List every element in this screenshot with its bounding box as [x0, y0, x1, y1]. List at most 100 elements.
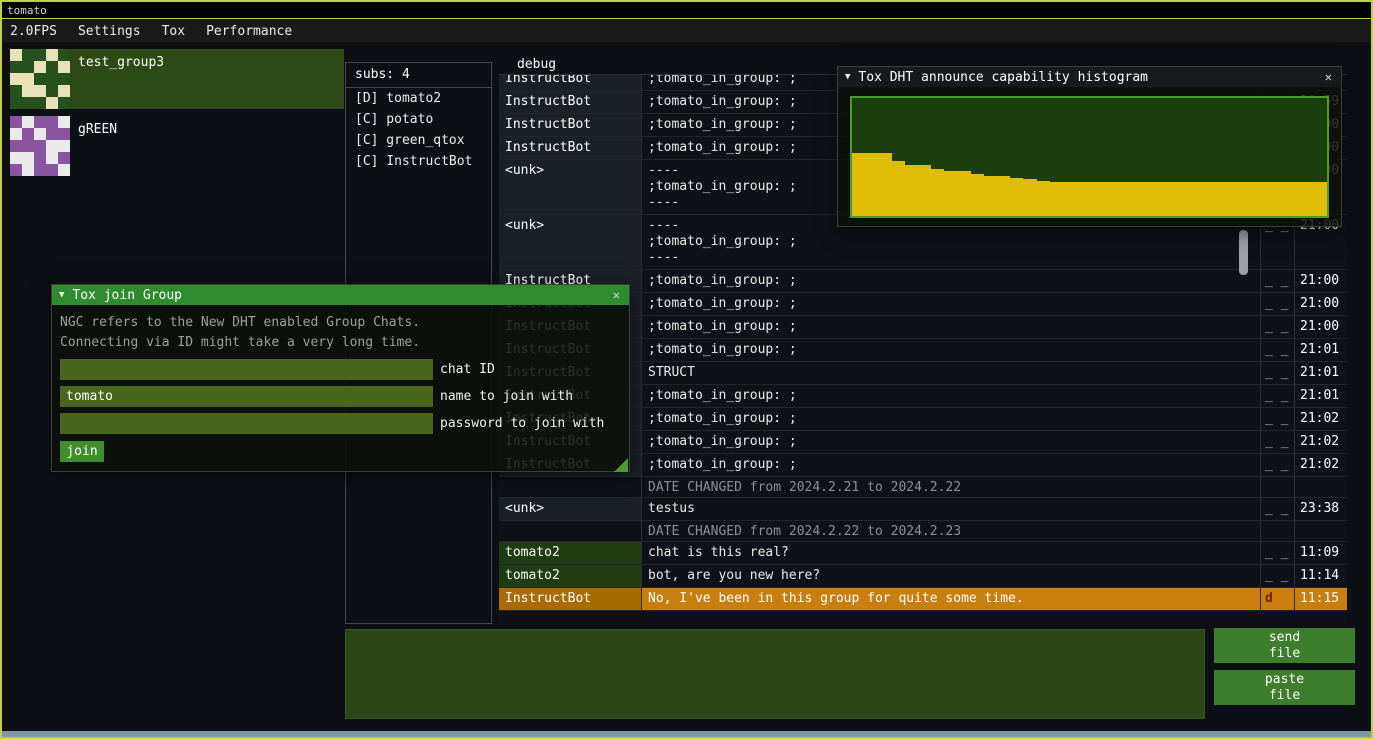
dht-histogram-body [838, 87, 1341, 227]
field-row: password to join with [60, 413, 621, 434]
tab-debug[interactable]: debug [517, 57, 556, 72]
message-flags: _ _ [1261, 362, 1295, 384]
dht-histogram-window: ▼ Tox DHT announce capability histogram … [837, 66, 1342, 227]
avatar-pixel [58, 73, 70, 85]
send-file-button[interactable]: send file [1214, 628, 1355, 663]
message-flags [1261, 521, 1295, 541]
avatar-pixel [58, 85, 70, 97]
histogram-bar [931, 169, 944, 216]
subs-member[interactable]: [C] potato [346, 109, 491, 130]
avatar-pixel [34, 49, 46, 61]
chat-id-label: chat ID [440, 362, 495, 377]
avatar-pixel [10, 97, 22, 109]
message-time: 21:01 [1295, 339, 1347, 361]
histogram-bar [1195, 182, 1208, 216]
dht-histogram-plot [850, 96, 1329, 218]
join-button[interactable]: join [60, 441, 104, 462]
message-row[interactable]: tomato2chat is this real?_ _11:09 [499, 542, 1347, 565]
avatar-pixel [10, 73, 22, 85]
group-item-test_group3[interactable]: test_group3 [10, 49, 344, 109]
avatar-pixel [46, 128, 58, 140]
avatar-pixel [22, 85, 34, 97]
join-password-field[interactable] [60, 413, 433, 434]
message-flags: d [1261, 588, 1295, 610]
avatar-pixel [46, 140, 58, 152]
histogram-bar [1221, 182, 1234, 216]
message-flags: _ _ [1261, 385, 1295, 407]
histogram-bar [1155, 182, 1168, 216]
dht-histogram-titlebar[interactable]: ▼ Tox DHT announce capability histogram … [838, 67, 1341, 87]
message-flags: _ _ [1261, 270, 1295, 292]
avatar-pixel [34, 85, 46, 97]
message-text: ;tomato_in_group: ; [642, 293, 1261, 315]
message-text: testus [642, 498, 1261, 520]
paste-file-button[interactable]: paste file [1214, 670, 1355, 705]
message-author [499, 521, 642, 541]
menu-performance[interactable]: Performance [206, 24, 292, 39]
histogram-bar [1287, 182, 1300, 216]
message-row[interactable]: tomato2bot, are you new here?_ _11:14 [499, 565, 1347, 588]
message-time: 21:01 [1295, 362, 1347, 384]
histogram-bar [918, 165, 931, 216]
avatar-pixel [46, 49, 58, 61]
message-flags: _ _ [1261, 339, 1295, 361]
avatar-pixel [22, 164, 34, 176]
subs-header: subs: 4 [346, 63, 491, 88]
group-label-wrap: gREEN [70, 116, 344, 176]
avatar-pixel [22, 140, 34, 152]
avatar-pixel [46, 85, 58, 97]
close-icon[interactable]: ✕ [611, 288, 622, 302]
histogram-bar [1103, 182, 1116, 216]
histogram-bar [971, 174, 984, 216]
chat-id-field[interactable] [60, 359, 433, 380]
histogram-bar [1182, 182, 1195, 216]
message-input[interactable] [345, 629, 1205, 719]
message-flags: _ _ [1261, 498, 1295, 520]
message-time [1295, 477, 1347, 497]
avatar-pixel [58, 128, 70, 140]
avatar-pixel [34, 128, 46, 140]
resize-grip[interactable] [614, 458, 628, 472]
avatar-pixel [22, 128, 34, 140]
subs-member[interactable]: [D] tomato2 [346, 88, 491, 109]
titlebar[interactable]: tomato [2, 2, 1371, 19]
message-author: InstructBot [499, 74, 642, 90]
menu-tox[interactable]: Tox [162, 24, 185, 39]
collapse-arrow-icon[interactable]: ▼ [845, 72, 850, 82]
histogram-bar [905, 165, 918, 216]
join-group-titlebar[interactable]: ▼ Tox join Group ✕ [52, 285, 629, 305]
histogram-bar [1248, 182, 1261, 216]
group-item-gREEN[interactable]: gREEN [10, 116, 344, 176]
message-author: <unk> [499, 498, 642, 520]
histogram-bar [1169, 182, 1182, 216]
histogram-bar [1050, 182, 1063, 216]
field-row: name to join with [60, 386, 621, 407]
message-row[interactable]: <unk>testus_ _23:38 [499, 498, 1347, 521]
join-group-title: Tox join Group [72, 288, 182, 303]
avatar-pixel [58, 164, 70, 176]
message-author: InstructBot [499, 588, 642, 610]
message-row[interactable]: InstructBotNo, I've been in this group f… [499, 588, 1347, 611]
subs-member[interactable]: [C] green_qtox [346, 130, 491, 151]
avatar-pixel [46, 73, 58, 85]
avatar-pixel [58, 97, 70, 109]
histogram-bar [865, 153, 878, 216]
app-window: tomato 2.0FPS Settings Tox Performance t… [0, 0, 1373, 739]
join-description-line: NGC refers to the New DHT enabled Group … [60, 313, 621, 333]
message-time: 21:02 [1295, 431, 1347, 453]
group-name: test_group3 [78, 55, 164, 70]
close-icon[interactable]: ✕ [1323, 70, 1334, 84]
avatar-pixel [10, 128, 22, 140]
subs-member[interactable]: [C] InstructBot [346, 151, 491, 172]
collapse-arrow-icon[interactable]: ▼ [59, 290, 64, 300]
message-flags: _ _ [1261, 454, 1295, 476]
histogram-bar [1234, 182, 1247, 216]
avatar-pixel [22, 116, 34, 128]
chat-scrollbar[interactable] [1239, 230, 1248, 275]
avatar-pixel [46, 97, 58, 109]
message-flags: _ _ [1261, 293, 1295, 315]
menu-settings[interactable]: Settings [78, 24, 141, 39]
join-name-field[interactable] [60, 386, 433, 407]
group-name: gREEN [78, 122, 117, 137]
histogram-bar [1129, 182, 1142, 216]
